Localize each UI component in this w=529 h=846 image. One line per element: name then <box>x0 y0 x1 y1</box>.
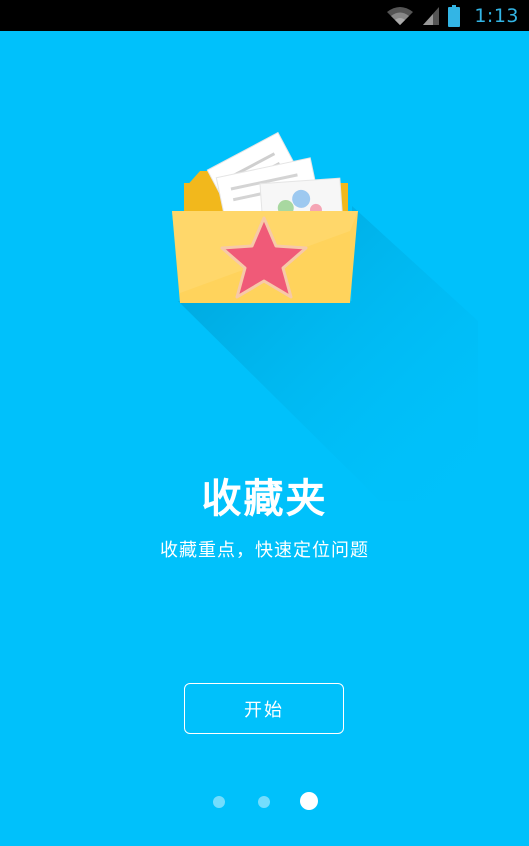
wifi-icon <box>386 6 414 26</box>
favorites-illustration <box>0 31 529 511</box>
page-subtitle: 收藏重点，快速定位问题 <box>160 540 369 561</box>
page-indicator-dot[interactable] <box>258 796 270 808</box>
clock: 1:13 <box>474 4 519 27</box>
page-indicator-dot-active[interactable] <box>300 792 318 810</box>
battery-icon <box>448 4 461 27</box>
signal-icon <box>422 6 440 26</box>
status-bar: 1:13 <box>0 0 529 31</box>
page-indicator <box>0 791 529 811</box>
start-button[interactable]: 开始 <box>184 683 344 734</box>
page-indicator-dot[interactable] <box>213 796 225 808</box>
page-title: 收藏夹 <box>201 476 328 522</box>
